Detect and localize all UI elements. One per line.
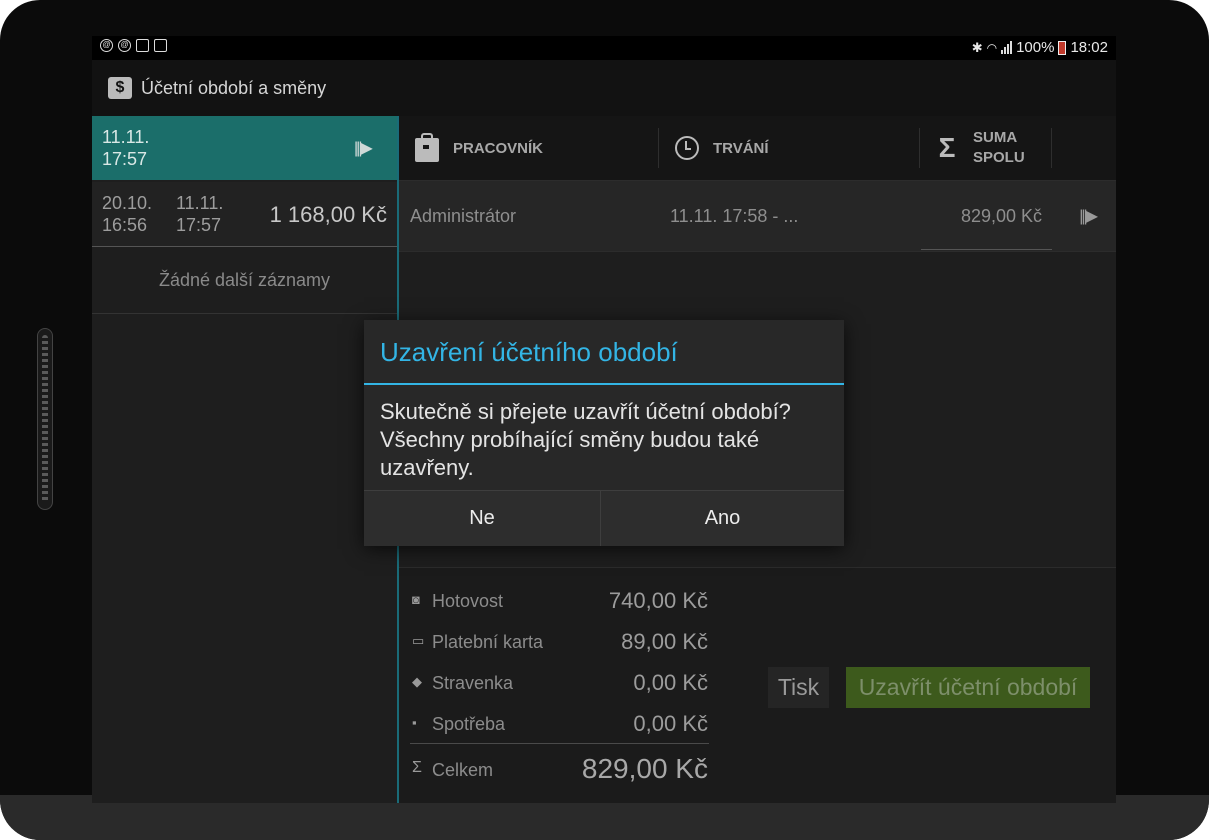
dialog-divider (364, 383, 844, 385)
dialog-yes-button[interactable]: Ano (601, 491, 844, 546)
dialog-message: Skutečně si přejete uzavřít účetní obdob… (380, 399, 791, 480)
close-period-dialog: Uzavření účetního období Skutečně si pře… (364, 320, 844, 546)
tablet-frame: @ @ ✱ ◠ 100% 18:02 $ Účetní období a smě… (0, 0, 1209, 840)
dialog-buttons: Ne Ano (364, 490, 844, 546)
dialog-title: Uzavření účetního období (380, 337, 678, 367)
dialog-no-button[interactable]: Ne (364, 491, 600, 546)
side-button (37, 328, 53, 510)
screen: @ @ ✱ ◠ 100% 18:02 $ Účetní období a smě… (92, 36, 1116, 803)
